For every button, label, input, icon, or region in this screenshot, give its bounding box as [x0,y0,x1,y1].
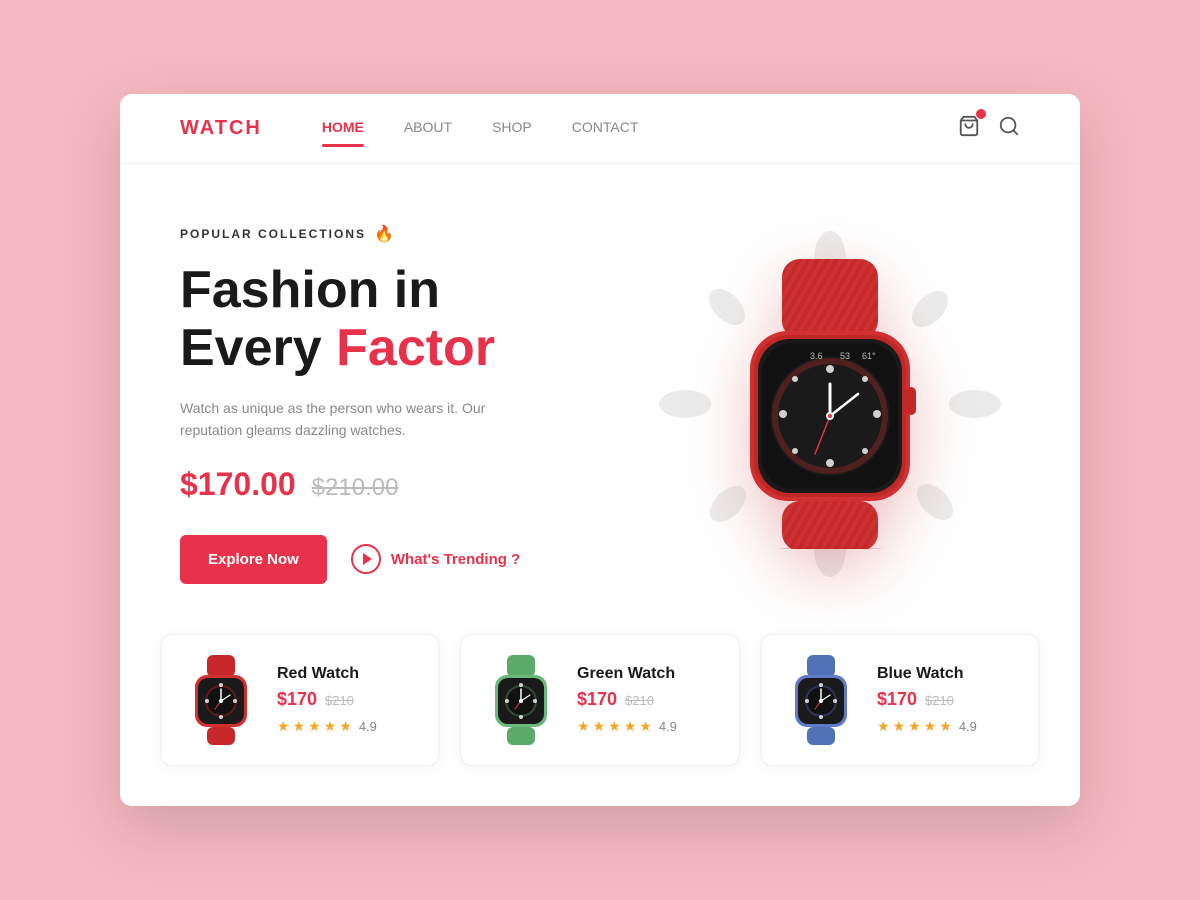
product-name-red: Red Watch [277,665,419,683]
cart-icon [958,121,980,141]
nav-home[interactable]: HOME [322,119,364,139]
nav-shop[interactable]: SHOP [492,119,532,139]
navbar: WATCH HOME ABOUT SHOP CONTACT [120,94,1080,164]
product-price-current-red: $170 [277,689,317,710]
product-prices-blue: $170 $210 [877,689,1019,710]
product-card-red[interactable]: Red Watch $170 $210 ★ ★ ★ ★ ★ 4.9 [160,634,440,766]
current-price: $170.00 [180,466,296,503]
green-watch-thumb [481,655,561,745]
product-info-blue: Blue Watch $170 $210 ★ ★ ★ ★ ★ 4.9 [877,665,1019,735]
product-price-current-blue: $170 [877,689,917,710]
hero-description: Watch as unique as the person who wears … [180,397,520,442]
products-grid: Red Watch $170 $210 ★ ★ ★ ★ ★ 4.9 [160,634,1040,766]
product-stars-red: ★ ★ ★ ★ ★ 4.9 [277,718,419,735]
hero-watch: 3.6 53 61° [640,259,1020,549]
explore-button[interactable]: Explore Now [180,535,327,584]
search-icon [998,121,1020,141]
product-name-green: Green Watch [577,665,719,683]
cart-button[interactable] [958,115,980,142]
search-button[interactable] [998,115,1020,142]
original-price: $210.00 [312,474,399,502]
star-rating-green: 4.9 [659,719,677,734]
svg-text:53: 53 [840,351,850,361]
nav-icons [958,115,1020,142]
star-rating-blue: 4.9 [959,719,977,734]
brand-logo[interactable]: WATCH [180,117,262,140]
hero-title: Fashion in Every Factor [180,262,640,376]
hero-badge: POPULAR COLLECTIONS 🔥 [180,224,640,244]
hero-actions: Explore Now What's Trending ? [180,535,640,584]
product-prices-green: $170 $210 [577,689,719,710]
product-price-old-blue: $210 [925,693,954,708]
svg-text:61°: 61° [862,351,876,361]
product-prices-red: $170 $210 [277,689,419,710]
trending-button[interactable]: What's Trending ? [351,544,520,574]
fire-icon: 🔥 [374,224,396,244]
product-stars-blue: ★ ★ ★ ★ ★ 4.9 [877,718,1019,735]
product-stars-green: ★ ★ ★ ★ ★ 4.9 [577,718,719,735]
cart-badge [976,109,986,119]
star-rating-red: 4.9 [359,719,377,734]
product-price-current-green: $170 [577,689,617,710]
product-card-green[interactable]: Green Watch $170 $210 ★ ★ ★ ★ ★ 4.9 [460,634,740,766]
play-icon [351,544,381,574]
blue-watch-thumb [781,655,861,745]
product-thumb-green [481,655,561,745]
product-thumb-red [181,655,261,745]
product-card-blue[interactable]: Blue Watch $170 $210 ★ ★ ★ ★ ★ 4.9 [760,634,1040,766]
product-price-old-red: $210 [325,693,354,708]
product-info-green: Green Watch $170 $210 ★ ★ ★ ★ ★ 4.9 [577,665,719,735]
hero-content: POPULAR COLLECTIONS 🔥 Fashion in Every F… [180,224,640,583]
products-section: Red Watch $170 $210 ★ ★ ★ ★ ★ 4.9 [120,624,1080,806]
hero-price: $170.00 $210.00 [180,466,640,503]
watch-svg: 3.6 53 61° [710,259,950,549]
nav-about[interactable]: ABOUT [404,119,452,139]
hero-section: POPULAR COLLECTIONS 🔥 Fashion in Every F… [120,164,1080,623]
product-thumb-blue [781,655,861,745]
product-info-red: Red Watch $170 $210 ★ ★ ★ ★ ★ 4.9 [277,665,419,735]
svg-text:3.6: 3.6 [810,351,823,361]
product-price-old-green: $210 [625,693,654,708]
nav-links: HOME ABOUT SHOP CONTACT [322,119,958,139]
red-watch-thumb [181,655,261,745]
browser-window: WATCH HOME ABOUT SHOP CONTACT [120,94,1080,805]
product-name-blue: Blue Watch [877,665,1019,683]
nav-contact[interactable]: CONTACT [572,119,639,139]
